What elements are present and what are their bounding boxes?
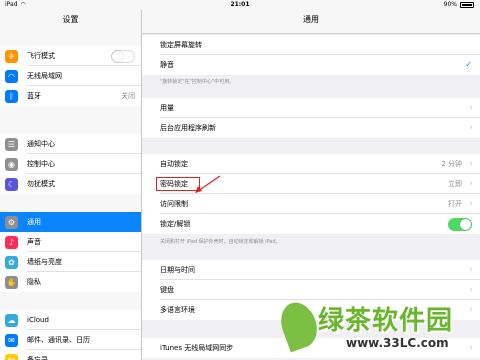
sidebar-item-notes[interactable]: ▤ 备忘录: [0, 350, 141, 360]
airplane-mode-toggle[interactable]: [111, 50, 135, 63]
sidebar-item-label: 备忘录: [27, 356, 48, 360]
sidebar-item-label: iCloud: [27, 316, 49, 324]
battery-indicator: 90%: [444, 0, 474, 10]
sidebar-item-label: 蓝牙: [27, 92, 41, 100]
status-time: 21:01: [230, 1, 250, 8]
row-background-refresh[interactable]: 后台应用程序刷新 ›: [142, 118, 480, 138]
sound-icon: ♪: [5, 236, 18, 249]
row-label: 访问限制: [160, 200, 188, 208]
wallpaper-icon: ✿: [5, 256, 18, 269]
status-bar: iPad ◠ 21:01 90%: [0, 0, 480, 10]
sidebar-item-wallpaper[interactable]: ✿ 墙纸与亮度: [0, 252, 141, 272]
watermark-text: 绿茶软件园: [318, 306, 454, 336]
sidebar-item-general[interactable]: ⚙ 通用: [0, 212, 141, 232]
sidebar-item-bluetooth[interactable]: ᛒ 蓝牙 关闭: [0, 86, 141, 106]
annotation-arrow-icon: [195, 175, 221, 193]
row-date-time[interactable]: 日期与时间 ›: [142, 260, 480, 280]
sidebar-item-sounds[interactable]: ♪ 声音: [0, 232, 141, 252]
row-restrictions[interactable]: 访问限制 打开 ›: [142, 194, 480, 214]
sidebar-item-label: 邮件、通讯录、日历: [27, 336, 90, 344]
lock-unlock-toggle[interactable]: [448, 218, 472, 231]
lock-footnote: 关闭和打开 iPad 保护外壳时，自动锁定和解锁 iPad。: [160, 239, 281, 245]
sidebar-item-label: 勿扰模式: [27, 180, 55, 188]
row-usage[interactable]: 用量 ›: [142, 98, 480, 118]
settings-sidebar: 设置 ✈ 飞行模式 ◠ 无线局域网 ᛒ 蓝牙 关闭 ☰ 通知中心 ◉ 控制中心 …: [0, 10, 142, 360]
notes-icon: ▤: [5, 354, 18, 360]
row-label: 多语言环境: [160, 306, 195, 314]
sidebar-item-label: 飞行模式: [27, 52, 55, 60]
row-label: 密码锁定: [160, 180, 188, 188]
bluetooth-status: 关闭: [121, 92, 135, 100]
page-title: 通用: [142, 10, 480, 34]
wifi-icon: ◠: [5, 70, 18, 83]
sidebar-item-label: 声音: [27, 238, 41, 246]
sidebar-item-airplane-mode[interactable]: ✈ 飞行模式: [0, 46, 141, 66]
sidebar-title: 设置: [0, 10, 141, 33]
row-label: 用量: [160, 104, 174, 112]
sidebar-item-do-not-disturb[interactable]: ☾ 勿扰模式: [0, 174, 141, 194]
sidebar-item-label: 隐私: [27, 278, 41, 286]
sidebar-item-control-center[interactable]: ◉ 控制中心: [0, 154, 141, 174]
watermark-logo: 绿茶软件园 www.33LC.com: [275, 296, 478, 358]
row-label: 锁定/解锁: [160, 220, 191, 228]
row-auto-lock[interactable]: 自动锁定 2 分钟 ›: [142, 154, 480, 174]
chevron-right-icon: ›: [469, 265, 473, 275]
sidebar-item-notification-center[interactable]: ☰ 通知中心: [0, 134, 141, 154]
row-lock-unlock[interactable]: 锁定/解锁: [142, 214, 480, 234]
row-rotation-lock[interactable]: 锁定屏幕旋转: [142, 35, 480, 55]
row-mute[interactable]: 静音 ✓: [142, 55, 480, 75]
battery-icon: [460, 2, 474, 8]
chevron-right-icon: ›: [469, 159, 473, 169]
sidebar-item-label: 通用: [27, 218, 41, 226]
sidebar-item-icloud[interactable]: ☁ iCloud: [0, 310, 141, 330]
sidebar-item-label: 无线局域网: [27, 72, 62, 80]
notification-center-icon: ☰: [5, 138, 18, 151]
passcode-lock-value: 立即: [448, 180, 462, 188]
moon-icon: ☾: [5, 178, 18, 191]
sidebar-item-wifi[interactable]: ◠ 无线局域网: [0, 66, 141, 86]
leaf-icon: [275, 297, 323, 353]
chevron-right-icon: ›: [469, 103, 473, 113]
bluetooth-icon: ᛒ: [5, 90, 18, 103]
row-label: 锁定屏幕旋转: [160, 41, 202, 49]
row-label: 自动锁定: [160, 160, 188, 168]
chevron-right-icon: ›: [469, 179, 473, 189]
row-label: 日期与时间: [160, 266, 195, 274]
checkmark-icon: ✓: [465, 60, 472, 69]
row-label: 后台应用程序刷新: [160, 124, 216, 132]
mail-icon: ✉: [5, 334, 18, 347]
chevron-right-icon: ›: [469, 123, 473, 133]
rotation-footnote: "旋转锁定"在"控制中心"中可用。: [160, 79, 235, 85]
watermark-url: www.33LC.com: [346, 336, 449, 350]
control-center-icon: ◉: [5, 158, 18, 171]
hand-icon: ✋: [5, 276, 18, 289]
sidebar-item-label: 控制中心: [27, 160, 55, 168]
airplane-icon: ✈: [5, 50, 18, 63]
battery-percent: 90%: [443, 1, 457, 8]
chevron-right-icon: ›: [469, 199, 473, 209]
row-label: iTunes 无线局域网同步: [160, 344, 234, 352]
restrictions-value: 打开: [448, 200, 462, 208]
cloud-icon: ☁: [5, 314, 18, 327]
row-label: 静音: [160, 61, 174, 69]
sidebar-item-privacy[interactable]: ✋ 隐私: [0, 272, 141, 292]
auto-lock-value: 2 分钟: [441, 160, 462, 168]
sidebar-item-label: 通知中心: [27, 140, 55, 148]
gear-icon: ⚙: [5, 216, 18, 229]
row-label: 键盘: [160, 286, 174, 294]
sidebar-item-mail-contacts-calendars[interactable]: ✉ 邮件、通讯录、日历: [0, 330, 141, 350]
sidebar-item-label: 墙纸与亮度: [27, 258, 62, 266]
